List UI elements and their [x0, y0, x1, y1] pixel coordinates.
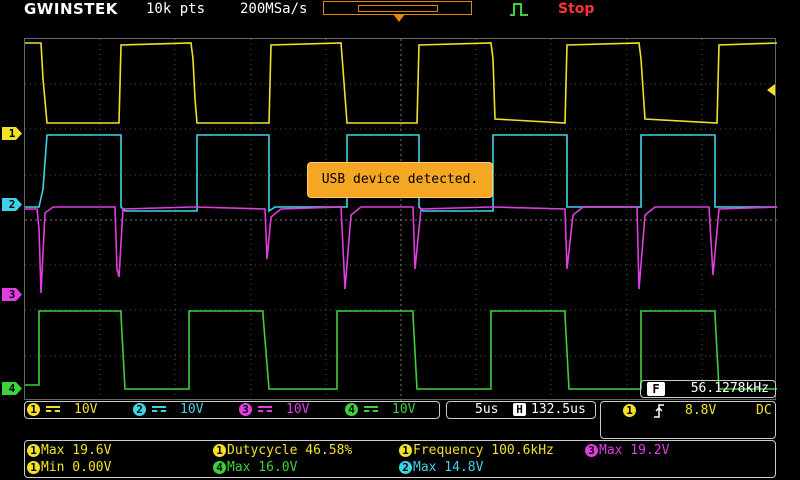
measurement-text: Frequency 100.6kHz — [413, 443, 554, 458]
measurement-item: 4 Max 16.0V — [213, 460, 297, 476]
horizontal-position: 132.5us — [531, 402, 586, 417]
channel-scale-bar: 1 10V 2 10V 3 10V 4 10V — [24, 401, 440, 419]
ch1-badge: 1 — [27, 403, 40, 416]
frequency-counter-label: F — [647, 382, 665, 396]
measurement-panel: 1 Max 19.6V 1 Min 0.00V 1 Dutycycle 46.58% … — [24, 440, 776, 478]
memory-bar — [323, 1, 472, 15]
waveform-display — [24, 38, 777, 401]
brand-logo: GWINSTEK — [24, 0, 118, 18]
trigger-edge-icon — [510, 3, 528, 16]
ch3-badge: 3 — [239, 403, 252, 416]
horizontal-position-icon: H — [513, 403, 526, 416]
ch4-badge: 4 — [345, 403, 358, 416]
graticule-center — [25, 39, 777, 401]
rising-edge-icon — [654, 404, 664, 418]
measurement-channel-badge: 1 — [27, 444, 40, 457]
measurement-channel-badge: 3 — [585, 444, 598, 457]
measurement-text: Max 16.0V — [227, 460, 298, 475]
measurement-item: 2 Max 14.8V — [399, 460, 483, 476]
dc-coupling-icon — [152, 405, 166, 414]
memory-window — [358, 5, 438, 12]
dc-coupling-icon — [258, 405, 272, 414]
trigger-position-marker[interactable] — [393, 14, 405, 22]
measurement-text: Dutycycle 46.58% — [227, 443, 353, 458]
ch4-offset-marker[interactable]: 4 — [2, 382, 22, 395]
sample-rate: 200MSa/s — [240, 1, 308, 17]
measurement-channel-badge: 1 — [399, 444, 412, 457]
measurement-item: 1 Dutycycle 46.58% — [213, 443, 352, 459]
ch2-scale[interactable]: 2 10V — [133, 402, 203, 418]
measurement-channel-badge: 4 — [213, 461, 226, 474]
measurement-text: Max 14.8V — [413, 460, 484, 475]
trigger-level: 8.8V — [685, 403, 717, 418]
dc-coupling-icon — [46, 405, 60, 414]
waveform-canvas — [25, 39, 777, 401]
ch2-scale-value: 10V — [180, 402, 204, 417]
measurement-channel-badge: 1 — [213, 444, 226, 457]
ch1-offset-marker[interactable]: 1 — [2, 127, 22, 140]
measurement-text: Min 0.00V — [41, 460, 112, 475]
trigger-coupling: DC — [756, 403, 772, 418]
measurement-channel-badge: 2 — [399, 461, 412, 474]
time-per-div: 5us — [475, 402, 499, 417]
ch4-scale[interactable]: 4 10V — [345, 402, 415, 418]
frequency-counter: F 56.1278kHz — [640, 380, 776, 398]
run-stop-status[interactable]: Stop — [558, 1, 594, 17]
trigger-source-badge: 1 — [623, 404, 636, 417]
measurement-item: 1 Frequency 100.6kHz — [399, 443, 554, 459]
ch2-offset-marker[interactable]: 2 — [2, 198, 22, 211]
usb-detected-message: USB device detected. — [307, 162, 493, 198]
trigger-level-marker[interactable] — [767, 84, 775, 96]
ch3-scale[interactable]: 3 10V — [239, 402, 309, 418]
measurement-item: 1 Min 0.00V — [27, 460, 111, 476]
measurement-text: Max 19.6V — [41, 443, 112, 458]
record-length: 10k pts — [146, 1, 206, 17]
ch1-scale-value: 10V — [74, 402, 98, 417]
trigger-panel[interactable]: 1 8.8V DC — [600, 401, 776, 439]
ch4-scale-value: 10V — [392, 402, 416, 417]
ch1-scale[interactable]: 1 10V — [27, 402, 97, 418]
measurement-item: 1 Max 19.6V — [27, 443, 111, 459]
measurement-channel-badge: 1 — [27, 461, 40, 474]
ch3-offset-marker[interactable]: 3 — [2, 288, 22, 301]
measurement-text: Max 19.2V — [599, 443, 670, 458]
measurement-item: 3 Max 19.2V — [585, 443, 669, 459]
frequency-counter-value: 56.1278kHz — [690, 381, 769, 396]
ch2-badge: 2 — [133, 403, 146, 416]
timebase-panel[interactable]: 5us H 132.5us — [446, 401, 596, 419]
dc-coupling-icon — [364, 405, 378, 414]
ch3-scale-value: 10V — [286, 402, 310, 417]
